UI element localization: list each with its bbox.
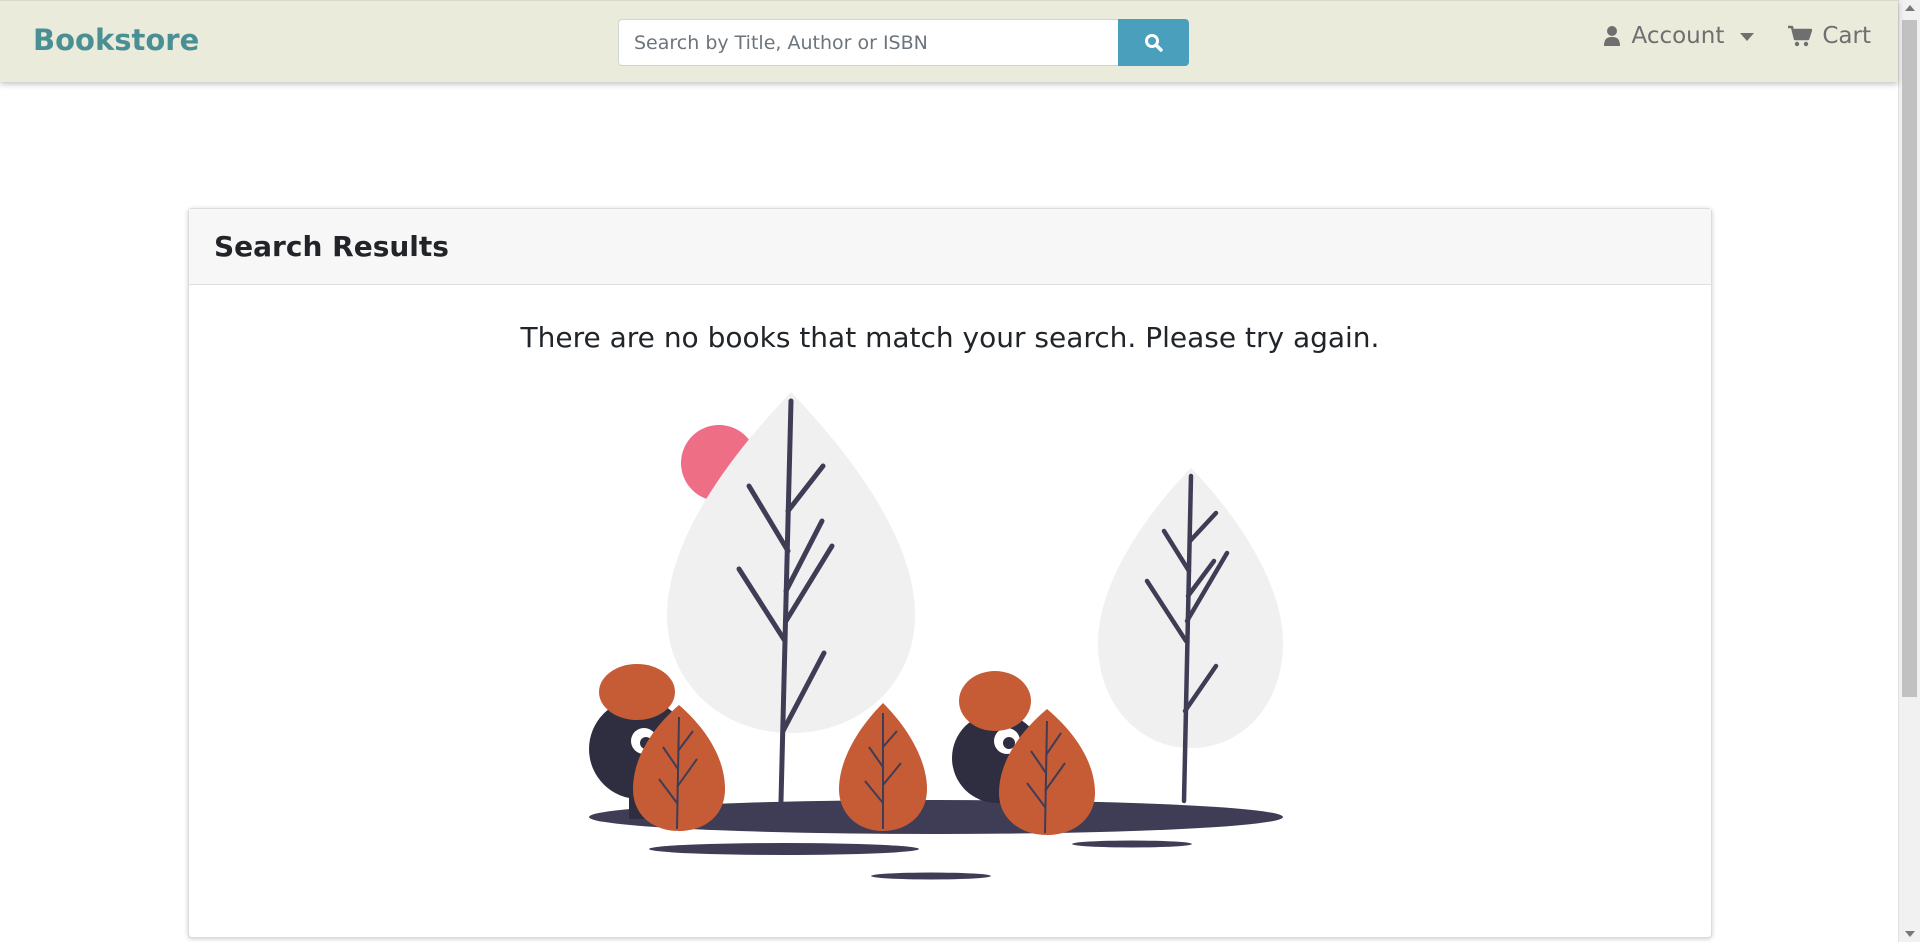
brand-logo-link[interactable]: Bookstore [33,23,199,57]
search-button[interactable] [1118,19,1189,66]
ground-shadow-small-3 [871,872,991,880]
ground-shadow-small-2 [1072,840,1192,848]
left-character-hat [599,664,675,720]
top-navbar: Bookstore Account Cart [0,0,1898,82]
no-results-message: There are no books that match your searc… [520,321,1380,354]
search-results-title: Search Results [214,230,449,263]
ground-shadow-small-1 [649,843,919,855]
page-scrollbar[interactable] [1898,0,1920,942]
cart-label: Cart [1822,23,1871,49]
search-form [618,19,1189,66]
account-dropdown[interactable]: Account [1603,23,1755,49]
scrollbar-thumb[interactable] [1902,20,1917,697]
right-character-hat [959,671,1031,731]
account-label: Account [1631,23,1725,49]
user-icon [1604,26,1621,46]
empty-state-illustration [589,392,1283,880]
scroll-up-arrow-icon[interactable] [1905,5,1915,11]
search-icon [1144,33,1163,52]
search-results-card: Search Results There are no books that m… [188,208,1712,938]
cart-link[interactable]: Cart [1788,23,1871,49]
shopping-cart-icon [1788,25,1813,47]
nav-right-links: Account Cart [1603,23,1871,49]
card-header: Search Results [189,209,1711,285]
search-input[interactable] [618,19,1118,66]
chevron-down-icon [1740,33,1755,41]
scroll-down-arrow-icon[interactable] [1905,931,1915,937]
